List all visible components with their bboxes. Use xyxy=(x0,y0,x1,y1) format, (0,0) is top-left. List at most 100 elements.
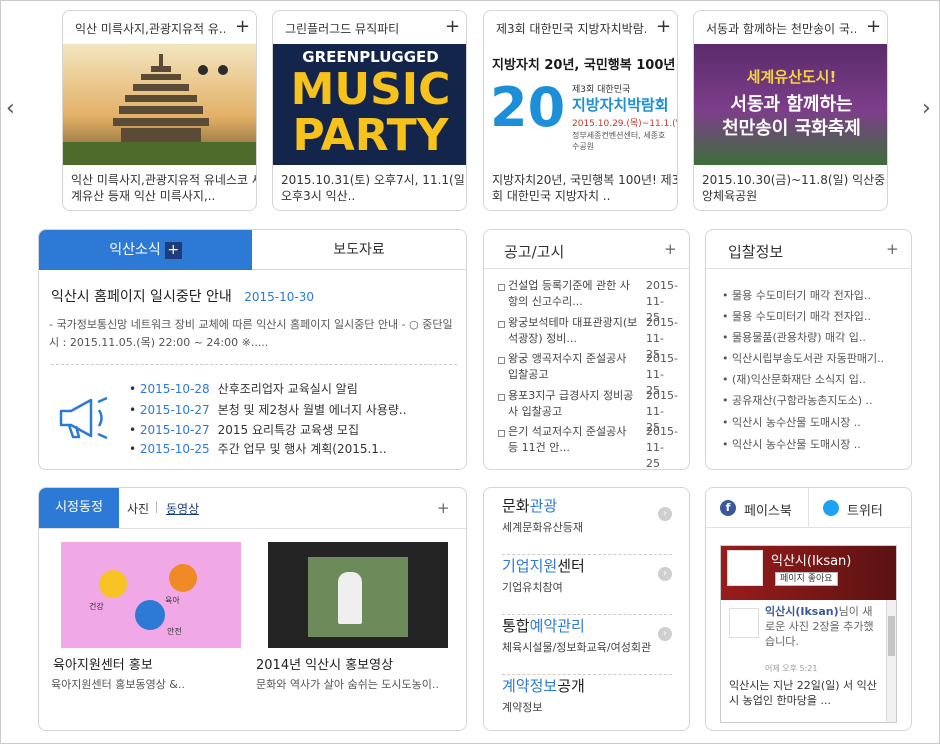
tab-label: 페이스북 xyxy=(744,504,792,519)
banner-caption[interactable]: 지방자치20년, 국민행복 100년! 제3회 대한민국 지방자치 .. xyxy=(492,172,677,204)
bid-item-title: 물용 수도미터기 매각 전자입.. xyxy=(732,310,871,323)
service-title-part: 문화 xyxy=(502,497,530,515)
tab-video[interactable]: 동영상 xyxy=(166,500,199,517)
banner-title[interactable]: 서동과 함께하는 천만송이 국.. xyxy=(706,20,856,37)
banner-image-chrysanthemum-festival[interactable]: 세계유산도시! 서동과 함께하는 천만송이 국화축제 xyxy=(694,44,887,165)
bid-item[interactable]: • 물용 수도미터기 매각 전자입.. xyxy=(722,287,871,303)
news-headline[interactable]: 익산시 홈페이지 일시중단 안내 2015-10-30 xyxy=(51,286,314,306)
bid-item[interactable]: • 물용 수도미터기 매각 전자입.. xyxy=(722,308,871,324)
tab-press-release[interactable]: 보도자료 xyxy=(252,230,466,270)
carousel-next-arrow-icon[interactable]: › xyxy=(922,96,931,121)
carousel-prev-arrow-icon[interactable]: ‹ xyxy=(6,96,15,121)
gallery-item-title[interactable]: 2014년 익산시 홍보영상 xyxy=(256,654,393,673)
scrollbar[interactable] xyxy=(886,600,896,722)
gallery-item-desc[interactable]: 육아지원센터 홍보동영상 &.. xyxy=(51,676,185,692)
banner-card-4[interactable]: 서동과 함께하는 천만송이 국.. + 세계유산도시! 서동과 함께하는 천만송… xyxy=(693,10,888,211)
service-title-part: 예약관리 xyxy=(529,617,585,635)
bid-title[interactable]: 입찰정보 xyxy=(728,241,783,262)
tab-facebook[interactable]: f 페이스북 xyxy=(706,488,809,528)
banner-image-music-party[interactable]: GREENPLUGGED MUSIC PARTY xyxy=(273,44,466,165)
plus-icon[interactable]: + xyxy=(235,18,250,36)
plus-icon[interactable]: + xyxy=(866,18,881,36)
service-contract-info[interactable]: 계약정보공개 계약정보 xyxy=(502,675,672,730)
service-title: 기업지원센터 xyxy=(502,555,585,576)
news-title: 주간 업무 및 행사 계획(2015.1.. xyxy=(217,442,387,456)
banner-caption[interactable]: 2015.10.30(금)~11.8(일) 익산중앙체육공원 xyxy=(702,172,887,204)
banner-caption[interactable]: 2015.10.31(토) 오후7시, 11.1(일) 오후3시 익산.. xyxy=(281,172,466,204)
bid-item[interactable]: • 물용물품(관용차량) 매각 입.. xyxy=(722,329,866,345)
banner-title[interactable]: 익산 미륵사지,관광지유적 유.. xyxy=(75,20,225,37)
tab-photo[interactable]: 사진 xyxy=(127,500,149,517)
person-figure xyxy=(338,572,362,624)
news-list-item[interactable]: • 2015-10-27 2015 요리특강 교육생 모집 xyxy=(129,421,359,438)
service-reservation[interactable]: 통합예약관리 체육시설물/정보화교육/여성회관 › xyxy=(502,615,672,675)
notice-item[interactable]: 왕궁보석테마 대표관광지(보석광장) 정비... 2015-11-25 xyxy=(498,315,678,361)
banner-image-text: 2015.10.29.(목)~11.1.(일) xyxy=(572,119,678,129)
bid-item[interactable]: • 익산시 농수산물 도매시장 .. xyxy=(722,414,861,430)
plus-icon[interactable]: + xyxy=(664,242,677,257)
notice-item-date: 2015-11-25 xyxy=(646,425,678,470)
gallery-thumbnail[interactable]: 건강 육아 안전 xyxy=(61,542,241,648)
gallery-item-title[interactable]: 육아지원센터 홍보 xyxy=(53,654,153,673)
notice-item[interactable]: 용포3지구 급경사지 정비공사 입찰공고 2015-11-25 xyxy=(498,388,678,434)
tab-city-news[interactable]: 시정동정 xyxy=(39,488,119,528)
baby-icon xyxy=(135,600,165,630)
news-date: 2015-10-27 xyxy=(139,403,210,417)
fb-page-name[interactable]: 익산시(Iksan) xyxy=(771,550,851,569)
bid-item[interactable]: • (재)익산문화재단 소식지 입.. xyxy=(722,371,866,387)
service-business-support[interactable]: 기업지원센터 기업유치참여 › xyxy=(502,555,672,615)
news-list-item[interactable]: • 2015-10-28 산후조리업자 교육실시 알림 xyxy=(129,380,358,397)
gallery-panel: 시정동정 사진 동영상 + 건강 육아 안전 육아지원센터 홍보 육아지원센터 … xyxy=(38,487,467,731)
tab-iksan-news[interactable]: 익산소식 + xyxy=(39,230,252,270)
banner-card-3[interactable]: 제3회 대한민국 지방자치박람.. + 지방자치 20년, 국민행복 100년!… xyxy=(483,10,678,211)
chevron-right-icon[interactable]: › xyxy=(658,627,672,641)
service-sub: 계약정보 xyxy=(502,701,543,714)
plus-icon[interactable]: + xyxy=(164,241,182,259)
banner-image-local-autonomy[interactable]: 지방자치 20년, 국민행복 100년! 20 제3회 대한민국 지방자치박람회… xyxy=(484,44,678,165)
thumbnail-label: 건강 xyxy=(89,602,104,611)
banner-image-text: PARTY xyxy=(292,110,449,161)
banner-caption[interactable]: 익산 미륵사지,관광지유적 유네스코 세계유산 등재 익산 미륵사지,.. xyxy=(71,172,256,204)
news-summary[interactable]: - 국가정보통신망 네트워크 장비 교체에 따른 익산시 홈페이지 일시중단 안… xyxy=(49,316,455,352)
banner-image-pagoda[interactable] xyxy=(63,44,256,165)
chevron-right-icon[interactable]: › xyxy=(658,567,672,581)
gallery-thumbnail[interactable] xyxy=(268,542,448,648)
service-title-part: 센터 xyxy=(557,557,585,575)
tab-twitter[interactable]: 트위터 xyxy=(809,488,911,528)
like-page-button[interactable]: 페이지 좋아요 xyxy=(775,572,838,586)
scrollbar-thumb[interactable] xyxy=(888,616,895,656)
thumbnail-label: 안전 xyxy=(167,627,182,636)
news-list-item[interactable]: • 2015-10-25 주간 업무 및 행사 계획(2015.1.. xyxy=(129,440,387,457)
notice-item[interactable]: 은기 석교저수지 준설공사 등 11건 안... 2015-11-25 xyxy=(498,424,678,469)
plus-icon[interactable]: + xyxy=(445,18,460,36)
post-avatar xyxy=(729,608,759,638)
notice-title[interactable]: 공고/고시 xyxy=(504,241,564,262)
plus-icon[interactable]: + xyxy=(437,501,450,516)
banner-card-1[interactable]: 익산 미륵사지,관광지유적 유.. + 익산 미륵사지,관광지유적 유네스코 세… xyxy=(62,10,257,211)
notice-item-title: 용포3지구 급경사지 정비공사 입찰공고 xyxy=(498,388,638,420)
bid-item[interactable]: • 익산시립부송도서관 자동판매기.. xyxy=(722,350,884,366)
banner-title[interactable]: 그린플러그드 뮤직파티 xyxy=(285,20,435,37)
plus-icon[interactable]: + xyxy=(656,18,671,36)
news-list-item[interactable]: • 2015-10-27 본청 및 제2청사 월별 에너지 사용량.. xyxy=(129,401,407,418)
banner-title[interactable]: 제3회 대한민국 지방자치박람.. xyxy=(496,20,646,37)
bid-item-title: 익산시립부송도서관 자동판매기.. xyxy=(732,352,885,365)
notice-item[interactable]: 건설업 등록기준에 관한 사항의 신고수리... 2015-11-25 xyxy=(498,278,678,324)
service-title-part: 관광 xyxy=(529,497,558,515)
gallery-item-desc[interactable]: 문화와 역사가 살아 숨쉬는 도시도농이.. xyxy=(256,676,439,692)
news-date: 2015-10-28 xyxy=(139,382,210,396)
banner-image-text: 정부세종컨벤션센터, 세종호수공원 xyxy=(572,131,666,151)
bid-item-title: 익산시 농수산물 도매시장 .. xyxy=(732,416,861,429)
chevron-right-icon[interactable]: › xyxy=(658,507,672,521)
service-culture-tourism[interactable]: 문화관광 세계문화유산등재 › xyxy=(502,495,672,555)
bid-item[interactable]: • 익산시 농수산물 도매시장 .. xyxy=(722,436,861,452)
banner-card-2[interactable]: 그린플러그드 뮤직파티 + GREENPLUGGED MUSIC PARTY 2… xyxy=(272,10,467,211)
headline-date: 2015-10-30 xyxy=(244,290,314,304)
service-title-part: 계약정보 xyxy=(502,677,558,695)
plus-icon[interactable]: + xyxy=(886,242,899,257)
notice-item[interactable]: 왕궁 앵곡저수지 준설공사 입찰공고 2015-11-25 xyxy=(498,351,678,397)
facebook-widget[interactable]: 익산시(Iksan) 페이지 좋아요 익산시(Iksan)님이 새로운 사진 2… xyxy=(720,545,897,723)
twitter-icon xyxy=(823,500,839,516)
bid-item[interactable]: • 공유재산(구함라농촌지도소) .. xyxy=(722,392,873,408)
fb-post[interactable]: 익산시(Iksan)님이 새로운 사진 2장을 추가했습니다. xyxy=(765,604,881,649)
